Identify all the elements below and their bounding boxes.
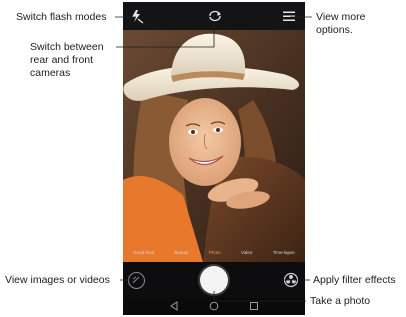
camera-mode-strip: Good food Beauty Photo Video Time-lapse — [123, 245, 305, 259]
mode-beauty[interactable]: Beauty — [175, 250, 189, 255]
callout-gallery: View images or videos — [5, 274, 110, 286]
home-icon[interactable] — [209, 301, 219, 311]
callout-more-line2: options. — [316, 24, 353, 36]
mode-video[interactable]: Video — [241, 250, 252, 255]
mode-good-food[interactable]: Good food — [133, 250, 154, 255]
gallery-icon — [132, 276, 140, 284]
filter-icon[interactable] — [283, 272, 299, 288]
callout-filter: Apply filter effects — [313, 274, 396, 286]
callout-more-line1: View more — [316, 11, 366, 23]
mode-time-lapse[interactable]: Time-lapse — [273, 250, 295, 255]
switch-camera-icon[interactable] — [207, 8, 223, 24]
camera-screen: Good food Beauty Photo Video Time-lapse — [123, 2, 305, 315]
camera-viewfinder[interactable] — [123, 30, 305, 262]
callout-switch-line3: cameras — [30, 67, 71, 79]
callout-switch-line2: rear and front — [30, 54, 94, 66]
navigation-bar — [123, 298, 305, 315]
shutter-button[interactable] — [200, 266, 228, 294]
callout-photo: Take a photo — [310, 295, 371, 307]
callout-flash: Switch flash modes — [16, 11, 107, 23]
recents-icon[interactable] — [249, 301, 259, 311]
mode-photo[interactable]: Photo — [209, 250, 221, 255]
viewfinder-image — [123, 30, 305, 262]
gallery-thumbnail[interactable] — [128, 272, 145, 289]
camera-top-bar — [123, 2, 305, 30]
camera-controls — [123, 262, 305, 298]
flash-icon[interactable] — [129, 8, 145, 24]
callout-switch-line1: Switch between — [30, 41, 104, 53]
back-icon[interactable] — [169, 301, 179, 311]
menu-icon[interactable] — [281, 8, 297, 24]
